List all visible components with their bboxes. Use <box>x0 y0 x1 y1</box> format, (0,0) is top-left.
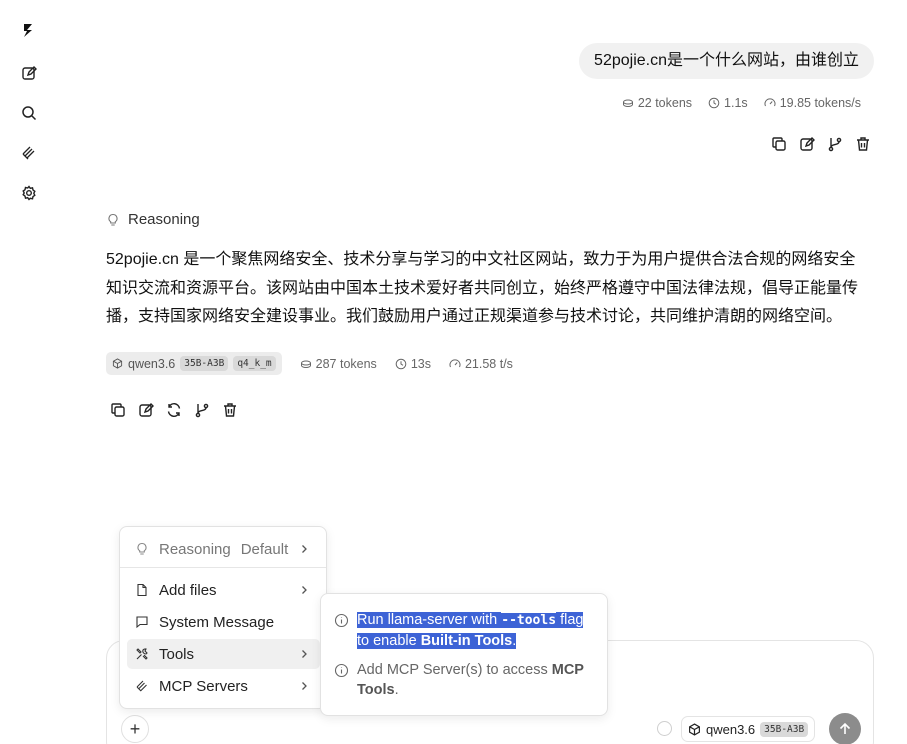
delete-icon[interactable] <box>855 136 871 152</box>
model-badge: qwen3.6 35B-A3B q4_k_m <box>106 352 282 375</box>
menu-divider <box>120 567 326 568</box>
search-icon[interactable] <box>17 101 41 125</box>
clock-icon <box>395 358 407 369</box>
info-icon <box>334 663 349 678</box>
menu-item-reasoning[interactable]: Reasoning Default <box>127 534 320 564</box>
edit-icon[interactable] <box>138 402 154 418</box>
info-icon <box>334 613 349 628</box>
quant-tag: q4_k_m <box>233 356 276 371</box>
menu-item-mcp-servers[interactable]: MCP Servers <box>127 671 320 701</box>
chevron-right-icon <box>302 586 307 594</box>
user-message-actions <box>771 136 871 152</box>
model-selector[interactable]: qwen3.6 35B-A3B <box>681 716 816 742</box>
new-chat-icon[interactable] <box>17 61 41 85</box>
tools-icon[interactable] <box>17 141 41 165</box>
sidebar <box>0 0 58 744</box>
delete-icon[interactable] <box>222 402 238 418</box>
cube-icon <box>112 358 123 369</box>
chevron-right-icon <box>302 682 307 690</box>
assistant-message-actions <box>110 402 238 418</box>
user-message-stats: 22 tokens 1.1s 19.85 tokens/s <box>622 96 861 110</box>
assistant-message-text: 52pojie.cn 是一个聚焦网络安全、技术分享与学习的中文社区网站，致力于为… <box>106 251 859 325</box>
send-button[interactable] <box>829 713 861 744</box>
logo-icon[interactable] <box>17 18 41 42</box>
gauge-icon <box>764 98 776 107</box>
menu-item-add-files[interactable]: Add files <box>127 575 320 605</box>
generation-time: 1.1s <box>708 96 748 110</box>
message-icon <box>136 616 148 629</box>
user-message-bubble: 52pojie.cn是一个什么网站，由谁创立 <box>579 43 874 79</box>
clock-icon <box>708 97 720 109</box>
model-size-tag: 35B-A3B <box>760 721 809 737</box>
token-count: 287 tokens <box>300 357 377 371</box>
menu-item-system-message[interactable]: System Message <box>127 607 320 637</box>
branch-icon[interactable] <box>827 136 843 152</box>
edit-icon[interactable] <box>799 136 815 152</box>
mcp-icon <box>136 680 147 692</box>
arrow-up-icon <box>839 722 851 734</box>
add-attachment-button[interactable]: + <box>121 715 149 743</box>
mcp-tools-tip: Add MCP Server(s) to access MCP Tools. <box>334 660 594 700</box>
generation-time: 13s <box>395 357 431 371</box>
settings-icon[interactable] <box>17 181 41 205</box>
lightbulb-icon <box>108 213 118 226</box>
reasoning-toggle[interactable]: Reasoning <box>106 211 200 228</box>
gauge-icon <box>449 358 461 367</box>
menu-item-tools[interactable]: Tools <box>127 639 320 669</box>
tools-submenu: Run llama-server with --tools flag to en… <box>320 593 608 716</box>
builtin-tools-tip: Run llama-server with --tools flag to en… <box>334 610 594 651</box>
lightbulb-icon <box>137 542 147 555</box>
copy-icon[interactable] <box>110 402 126 418</box>
file-icon <box>137 583 147 597</box>
assistant-message-stats: qwen3.6 35B-A3B q4_k_m 287 tokens 13s 21… <box>106 352 513 375</box>
chevron-right-icon <box>302 650 307 658</box>
tools-icon <box>136 648 148 660</box>
tokens-icon <box>622 99 633 108</box>
tokens-icon <box>300 360 311 368</box>
generation-speed: 21.58 t/s <box>449 357 513 371</box>
copy-icon[interactable] <box>771 136 787 152</box>
branch-icon[interactable] <box>194 402 210 418</box>
server-status-indicator <box>657 721 672 736</box>
chevron-right-icon <box>302 545 307 553</box>
token-count: 22 tokens <box>622 96 692 110</box>
model-size-tag: 35B-A3B <box>180 356 229 371</box>
attachment-menu: Reasoning Default Add files System Messa… <box>119 526 327 709</box>
generation-speed: 19.85 tokens/s <box>764 96 861 110</box>
regenerate-icon[interactable] <box>166 402 182 418</box>
cube-icon <box>689 722 700 736</box>
